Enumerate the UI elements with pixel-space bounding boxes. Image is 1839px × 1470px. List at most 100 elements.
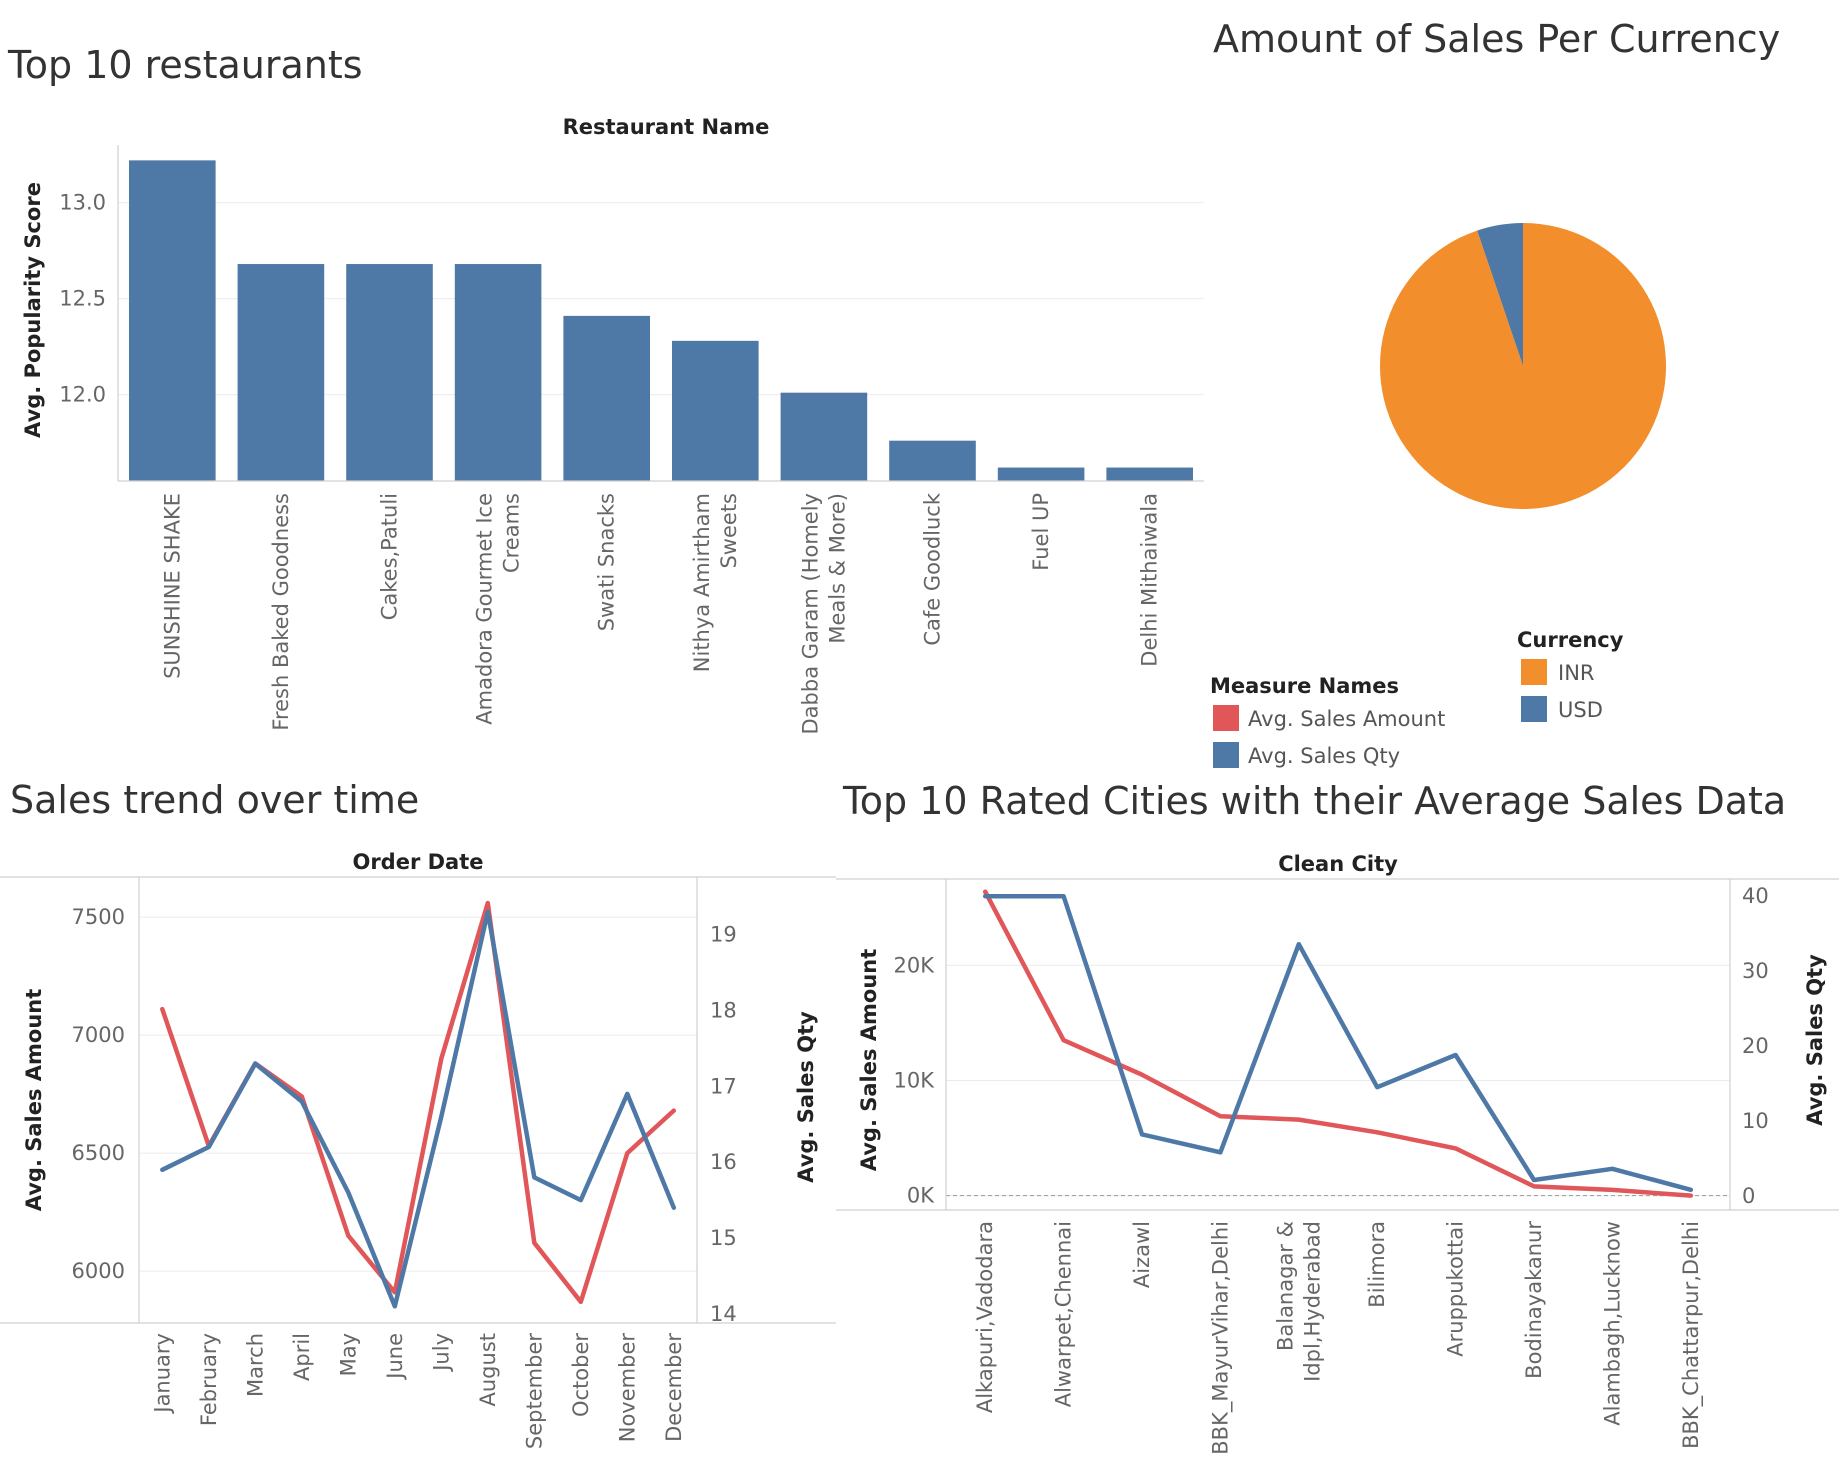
category-label: December [662,1333,686,1442]
trend-chart-left-ticks: 6000 6500 7000 7500 [72,905,125,1283]
bar-category-label: Cakes,Patuli [378,493,402,620]
left-axis-tick-label: 7000 [72,1023,125,1047]
bar [454,264,542,481]
category-label: January [150,1333,174,1415]
cities-chart-title: Top 10 Rated Cities with their Average S… [842,779,1786,823]
right-axis-tick-label: 17 [710,1074,737,1098]
right-axis-tick-label: 30 [1742,959,1769,983]
avg-sales-qty-line [982,893,1694,1193]
trend-chart-title: Sales trend over time [10,778,419,822]
bar [237,264,325,481]
pie-slice-inr [1379,223,1666,509]
category-label: October [569,1333,593,1417]
bar-category-label: Amadora Gourmet Ice Creams [473,493,524,725]
measure-legend-label-qty: Avg. Sales Qty [1248,744,1400,768]
left-axis-tick-label: 20K [894,953,936,977]
trend-chart-left-axis-title: Avg. Sales Amount [22,989,46,1212]
pie-chart-title: Amount of Sales Per Currency [1213,17,1780,61]
category-label: November [615,1333,639,1443]
category-label: Alkapuri,Vadodara [973,1221,997,1413]
bar-chart-y-ticks: 12.0 12.5 13.0 [59,191,106,407]
measure-legend: Measure Names Avg. Sales Amount Avg. Sal… [1210,674,1445,768]
bar-category-label: Fuel UP [1029,493,1053,571]
bar [563,315,650,481]
currency-legend-label-inr: INR [1558,661,1595,685]
bar-chart-bars [129,160,1193,482]
cities-chart-header: Clean City [1278,852,1398,876]
category-label: April [290,1333,314,1381]
category-label: Aruppukottai [1444,1221,1468,1357]
left-axis-tick-label: 10K [894,1068,936,1092]
left-axis-tick-label: 0K [907,1184,935,1208]
cities-chart-right-ticks: 0 10 20 30 40 [1742,884,1769,1208]
measure-legend-title: Measure Names [1210,674,1399,698]
trend-chart-header: Order Date [352,850,483,874]
avg-sales-amount-line [982,889,1694,1198]
bar [672,340,759,481]
left-axis-tick-label: 7500 [72,905,125,929]
avg-sales-amount-line [160,900,677,1305]
left-axis-tick-label: 6500 [72,1141,125,1165]
bar-category-label: SUNSHINE SHAKE [160,493,184,679]
right-axis-tick-label: 15 [710,1226,737,1250]
right-axis-tick-label: 20 [1742,1034,1769,1058]
bar-chart-category-labels: SUNSHINE SHAKE Fresh Baked Goodness Cakes,… [160,492,1161,734]
bar [780,392,868,481]
currency-legend-label-usd: USD [1558,698,1603,722]
category-label: Bilimora [1365,1221,1389,1308]
category-label: Alambagh,Lucknow [1600,1221,1624,1426]
bar-category-label: Dabba Garam (Homely Meals & More) [798,493,849,735]
right-axis-tick-label: 19 [710,923,737,947]
category-label: Aizawl [1130,1221,1154,1288]
cities-chart-lines [982,889,1694,1198]
currency-legend: Currency INR USD [1517,628,1624,722]
category-label: June [383,1333,407,1381]
right-axis-tick-label: 16 [710,1150,737,1174]
bar [129,160,216,482]
currency-legend-title: Currency [1517,628,1624,652]
category-label: July [429,1333,453,1373]
trend-chart-right-ticks: 14 15 16 17 18 19 [710,923,737,1326]
right-axis-tick-label: 40 [1742,884,1769,908]
trend-chart-right-axis-title: Avg. Sales Qty [794,1011,818,1183]
bar-category-label: Nithya Amirtham Sweets [690,493,741,672]
category-label: March [243,1333,267,1397]
right-axis-tick-label: 0 [1742,1184,1755,1208]
right-axis-tick-label: 18 [710,998,737,1022]
currency-legend-swatch-usd [1521,696,1547,722]
left-axis-tick-label: 6000 [72,1259,125,1283]
currency-legend-swatch-inr [1521,659,1547,685]
bar-category-label: Cafe Goodluck [921,492,945,646]
measure-legend-swatch-amount [1213,705,1239,731]
category-label: February [197,1333,221,1426]
bar-category-label: Fresh Baked Goodness [269,493,293,731]
trend-chart-month-labels: January February March April May June July Augu… [150,1333,686,1449]
bar-chart-y-axis-title: Avg. Popularity Score [21,182,45,438]
right-axis-tick-label: 14 [710,1302,737,1326]
bar-chart-y-tick-label: 13.0 [59,191,106,215]
category-label: BBK_MayurVihar,Delhi [1208,1221,1233,1455]
bar-category-label: Swati Snacks [595,493,619,631]
cities-chart-right-axis-title: Avg. Sales Qty [1803,954,1827,1126]
cities-chart-left-ticks: 0K 10K 20K [894,953,936,1207]
right-axis-tick-label: 10 [1742,1109,1769,1133]
bar [346,264,433,481]
bar [997,467,1085,481]
category-label: BBK_Chattarpur,Delhi [1679,1221,1704,1449]
category-label: August [476,1333,500,1407]
bar [889,440,976,481]
bar-chart-header: Restaurant Name [563,115,770,139]
currency-pie [1379,223,1666,509]
cities-chart-gridlines [946,964,1730,1197]
trend-chart-lines [160,900,677,1309]
measure-legend-swatch-qty [1213,742,1239,768]
bar-chart-title: Top 10 restaurants [7,43,363,87]
category-label: Bodinayakanur [1522,1221,1546,1379]
category-label: May [336,1333,360,1376]
category-label: Balanagar & Idpl,Hyderabad [1273,1221,1324,1382]
measure-legend-label-amount: Avg. Sales Amount [1248,707,1445,731]
bar-chart-y-tick-label: 12.5 [59,287,106,311]
dashboard-canvas: Top 10 restaurants Amount of Sales Per C… [0,17,1839,1455]
cities-chart-city-labels: Alkapuri,Vadodara Alwarpet,Chennai Aizawl B… [973,1221,1704,1455]
category-label: Alwarpet,Chennai [1052,1221,1076,1407]
